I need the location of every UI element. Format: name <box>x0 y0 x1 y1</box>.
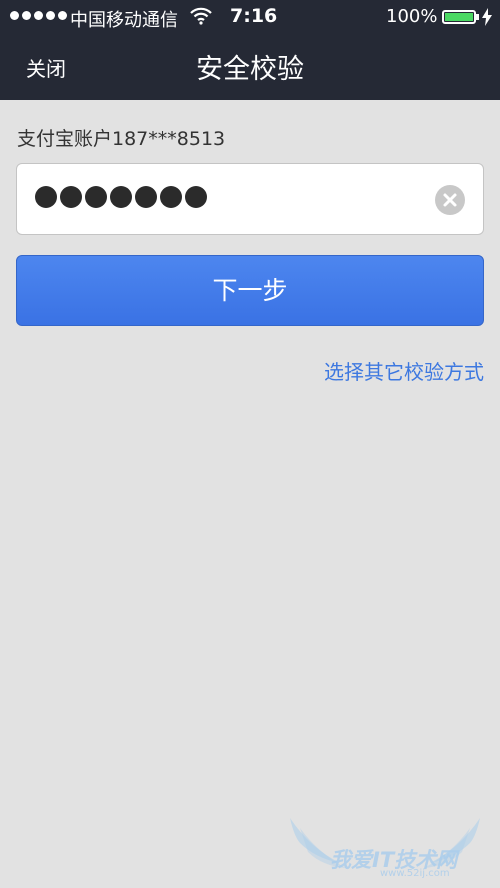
battery-percent: 100% <box>386 6 438 27</box>
password-dot <box>60 186 82 208</box>
password-dot <box>110 186 132 208</box>
password-dot <box>185 186 207 208</box>
page-title: 安全校验 <box>196 54 304 85</box>
battery-icon <box>442 10 476 24</box>
header: 中国移动通信 7:16 100% 关闭 安全校验 <box>0 0 500 100</box>
password-dot <box>35 186 57 208</box>
signal-strength-icon <box>10 11 67 20</box>
clear-icon[interactable] <box>435 185 465 215</box>
password-dot <box>160 186 182 208</box>
clock: 7:16 <box>230 5 278 27</box>
battery-tip <box>476 14 479 20</box>
carrier-name: 中国移动通信 <box>70 10 178 31</box>
wifi-icon <box>190 7 212 30</box>
watermark-url: www.52ij.com <box>380 868 450 879</box>
status-bar: 中国移动通信 7:16 100% <box>0 0 500 34</box>
next-step-button[interactable]: 下一步 <box>16 255 484 326</box>
charging-icon <box>482 8 492 31</box>
password-mask <box>35 186 207 208</box>
password-field[interactable] <box>16 163 484 235</box>
account-label: 支付宝账户187***8513 <box>17 128 226 150</box>
password-dot <box>85 186 107 208</box>
other-verification-link[interactable]: 选择其它校验方式 <box>324 356 484 385</box>
watermark-logo: 我爱IT技术网 www.52ij.com <box>280 808 490 883</box>
password-dot <box>135 186 157 208</box>
